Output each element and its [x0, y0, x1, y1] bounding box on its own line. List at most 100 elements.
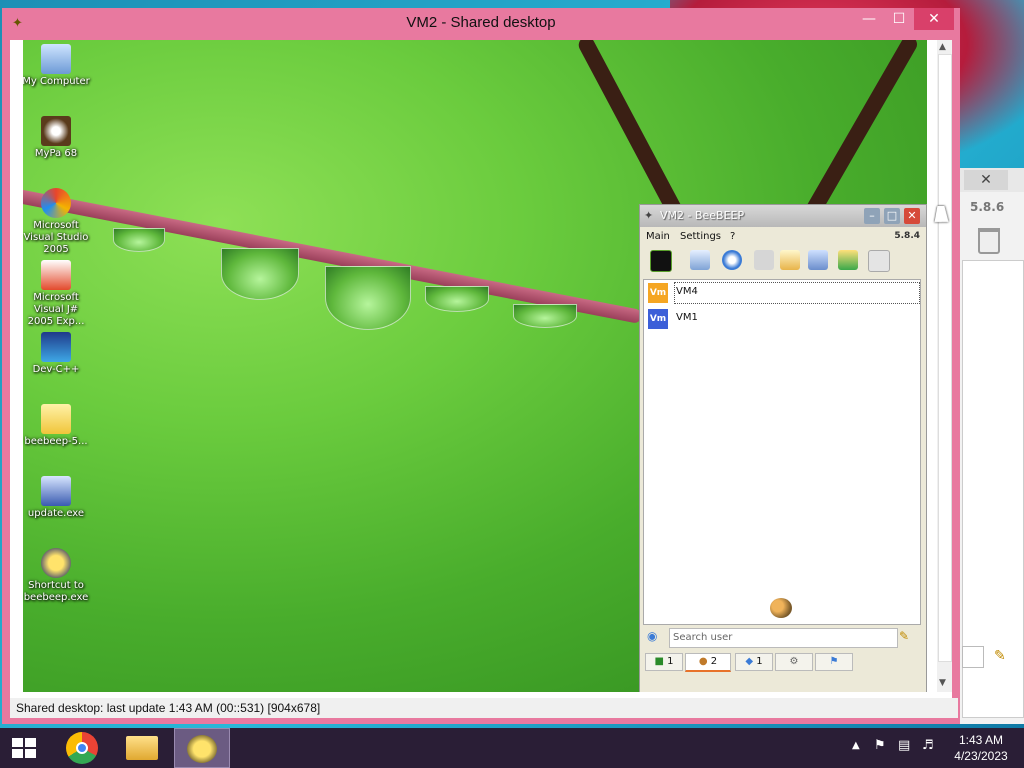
- scrollbar-thumb[interactable]: [938, 54, 952, 662]
- installer-icon: [41, 476, 71, 506]
- edit-icon[interactable]: [780, 250, 800, 270]
- file-explorer-taskbar-button[interactable]: [114, 728, 170, 768]
- windows-logo-icon: [12, 749, 23, 758]
- desktop-icon-beebeep-folder[interactable]: beebeep-5...: [23, 404, 91, 448]
- shared-desktop-window[interactable]: ✦ VM2 - Shared desktop — ☐ ✕ My Computer…: [2, 8, 960, 724]
- tab-count: 1: [667, 656, 674, 667]
- folder-icon: [41, 404, 71, 434]
- share-icon[interactable]: [838, 250, 858, 270]
- user-list[interactable]: Vm VM4 Vm VM1: [643, 279, 921, 625]
- network-icon[interactable]: [722, 250, 742, 270]
- network-search-icon[interactable]: ◉: [647, 629, 657, 643]
- tab-network[interactable]: ⚑: [815, 653, 853, 671]
- desktop-icon-label: My Computer: [23, 76, 90, 87]
- trash-icon[interactable]: [978, 228, 1000, 254]
- brush-icon[interactable]: ✎: [994, 648, 1006, 664]
- remote-desktop-view[interactable]: My Computer MyPa 68 Microsoft Visual Stu…: [23, 40, 927, 692]
- maximize-button[interactable]: ☐: [888, 8, 910, 30]
- windows-logo-icon: [25, 738, 36, 747]
- taskbar-clock[interactable]: 1:43 AM 4/23/2023: [946, 732, 1016, 764]
- tab-chats[interactable]: ■ 1: [645, 653, 683, 671]
- desktop-icon-label: Dev-C++: [32, 364, 80, 375]
- beebeep-version: 5.8.4: [894, 231, 920, 241]
- desktop-icon-dev-cpp[interactable]: Dev-C++: [23, 332, 91, 376]
- beebeep-tabs: ■ 1 ● 2 ◆ 1 ⚙ ⚑: [643, 653, 919, 672]
- dev-cpp-icon: [41, 332, 71, 362]
- system-tray: ▲ ⚑ ▤ ♬: [850, 728, 940, 768]
- water-drop: [325, 266, 411, 330]
- menu-main[interactable]: Main: [646, 231, 670, 242]
- visual-studio-icon: [41, 188, 71, 218]
- user-list-item[interactable]: Vm VM4: [646, 282, 920, 304]
- window-title: VM2 - Shared desktop: [406, 14, 556, 31]
- trash-icon[interactable]: [868, 250, 890, 272]
- background-window-titlebar[interactable]: ✕: [956, 168, 1024, 192]
- tab-users[interactable]: ● 2: [685, 653, 731, 672]
- volume-muted-icon[interactable]: ♬: [922, 738, 934, 753]
- desktop-icon-my-computer[interactable]: My Computer: [23, 44, 91, 88]
- start-button[interactable]: [0, 728, 50, 768]
- water-drop: [513, 304, 577, 328]
- beebeep-minimize-button[interactable]: –: [864, 208, 880, 224]
- menu-settings[interactable]: Settings: [680, 231, 721, 242]
- network-icon[interactable]: ▤: [898, 738, 910, 753]
- water-drop: [221, 248, 299, 300]
- chat-tab-icon: ■: [654, 656, 664, 667]
- tab-count: 2: [710, 656, 718, 667]
- background-window-close-button[interactable]: ✕: [964, 170, 1008, 190]
- window-titlebar[interactable]: ✦ VM2 - Shared desktop — ☐ ✕: [2, 8, 960, 40]
- chrome-taskbar-button[interactable]: [54, 728, 110, 768]
- tab-count: 1: [756, 656, 763, 667]
- close-button[interactable]: ✕: [914, 8, 954, 30]
- search-user-input[interactable]: Search user: [669, 628, 898, 648]
- beebeep-close-button[interactable]: ✕: [904, 208, 920, 224]
- tab-shares[interactable]: ⚙: [775, 653, 813, 671]
- user-avatar: Vm: [648, 309, 668, 329]
- file-explorer-icon: [126, 736, 158, 760]
- minimize-button[interactable]: —: [858, 8, 880, 30]
- background-beebeep-window[interactable]: ✕ 5.8.6 ✎: [955, 168, 1024, 724]
- visual-j-icon: [41, 260, 71, 290]
- desktop-icon-update[interactable]: update.exe: [23, 476, 91, 520]
- desktop-icon-visual-studio[interactable]: Microsoft Visual Studio 2005: [23, 188, 91, 256]
- user-list-item[interactable]: Vm VM1: [646, 308, 918, 330]
- desktop-icon-beebeep-shortcut[interactable]: Shortcut to beebeep.exe: [23, 548, 91, 604]
- beebeep-menubar: Main Settings ? 5.8.4: [640, 229, 926, 245]
- background-window-input[interactable]: [962, 646, 984, 668]
- status-bar: Shared desktop: last update 1:43 AM (00:…: [10, 698, 958, 718]
- taskbar: ▲ ⚑ ▤ ♬ 1:43 AM 4/23/2023: [0, 728, 1024, 768]
- groups-tab-icon: ◆: [745, 656, 754, 667]
- flag-icon[interactable]: ⚑: [874, 738, 886, 753]
- beebeep-maximize-button[interactable]: □: [884, 208, 900, 224]
- users-tab-icon: ●: [698, 656, 708, 667]
- water-drop: [113, 228, 165, 252]
- profile-edit-icon[interactable]: [690, 250, 710, 270]
- vertical-scrollbar[interactable]: ▲ ▼: [937, 40, 952, 692]
- status-vm-icon[interactable]: [650, 250, 672, 272]
- menu-help[interactable]: ?: [730, 231, 735, 242]
- scroll-up-icon[interactable]: ▲: [939, 42, 946, 52]
- desktop-icon-label: beebeep-5...: [24, 436, 88, 447]
- scroll-down-icon[interactable]: ▼: [939, 678, 946, 688]
- clear-search-icon[interactable]: ✎: [899, 629, 909, 643]
- tools-icon[interactable]: [808, 250, 828, 270]
- desktop-icon-label: Microsoft Visual J# 2005 Exp...: [27, 292, 85, 327]
- bee-icon: ✦: [644, 209, 654, 222]
- desktop-icon-visual-j[interactable]: Microsoft Visual J# 2005 Exp...: [23, 260, 91, 328]
- user-avatar: Vm: [648, 283, 668, 303]
- beebeep-taskbar-button[interactable]: [174, 728, 230, 768]
- desktop-icon-mypa[interactable]: MyPa 68: [23, 116, 91, 160]
- computer-icon: [41, 44, 71, 74]
- windows-logo-icon: [25, 749, 36, 758]
- window-client-area: My Computer MyPa 68 Microsoft Visual Stu…: [10, 40, 958, 718]
- show-hidden-icons-icon[interactable]: ▲: [852, 740, 860, 751]
- clock-time: 1:43 AM: [958, 733, 1004, 747]
- beebeep-titlebar[interactable]: ✦ VM2 - BeeBEEP – □ ✕: [640, 205, 926, 227]
- chrome-icon: [66, 732, 98, 764]
- tab-groups[interactable]: ◆ 1: [735, 653, 773, 671]
- network-tab-icon: ⚑: [829, 656, 839, 667]
- windows-logo-icon: [12, 738, 23, 747]
- beebeep-window[interactable]: ✦ VM2 - BeeBEEP – □ ✕ Main Settings ? 5.…: [639, 204, 927, 692]
- chat-icon[interactable]: [754, 250, 774, 270]
- desktop-icon-label: update.exe: [27, 508, 85, 519]
